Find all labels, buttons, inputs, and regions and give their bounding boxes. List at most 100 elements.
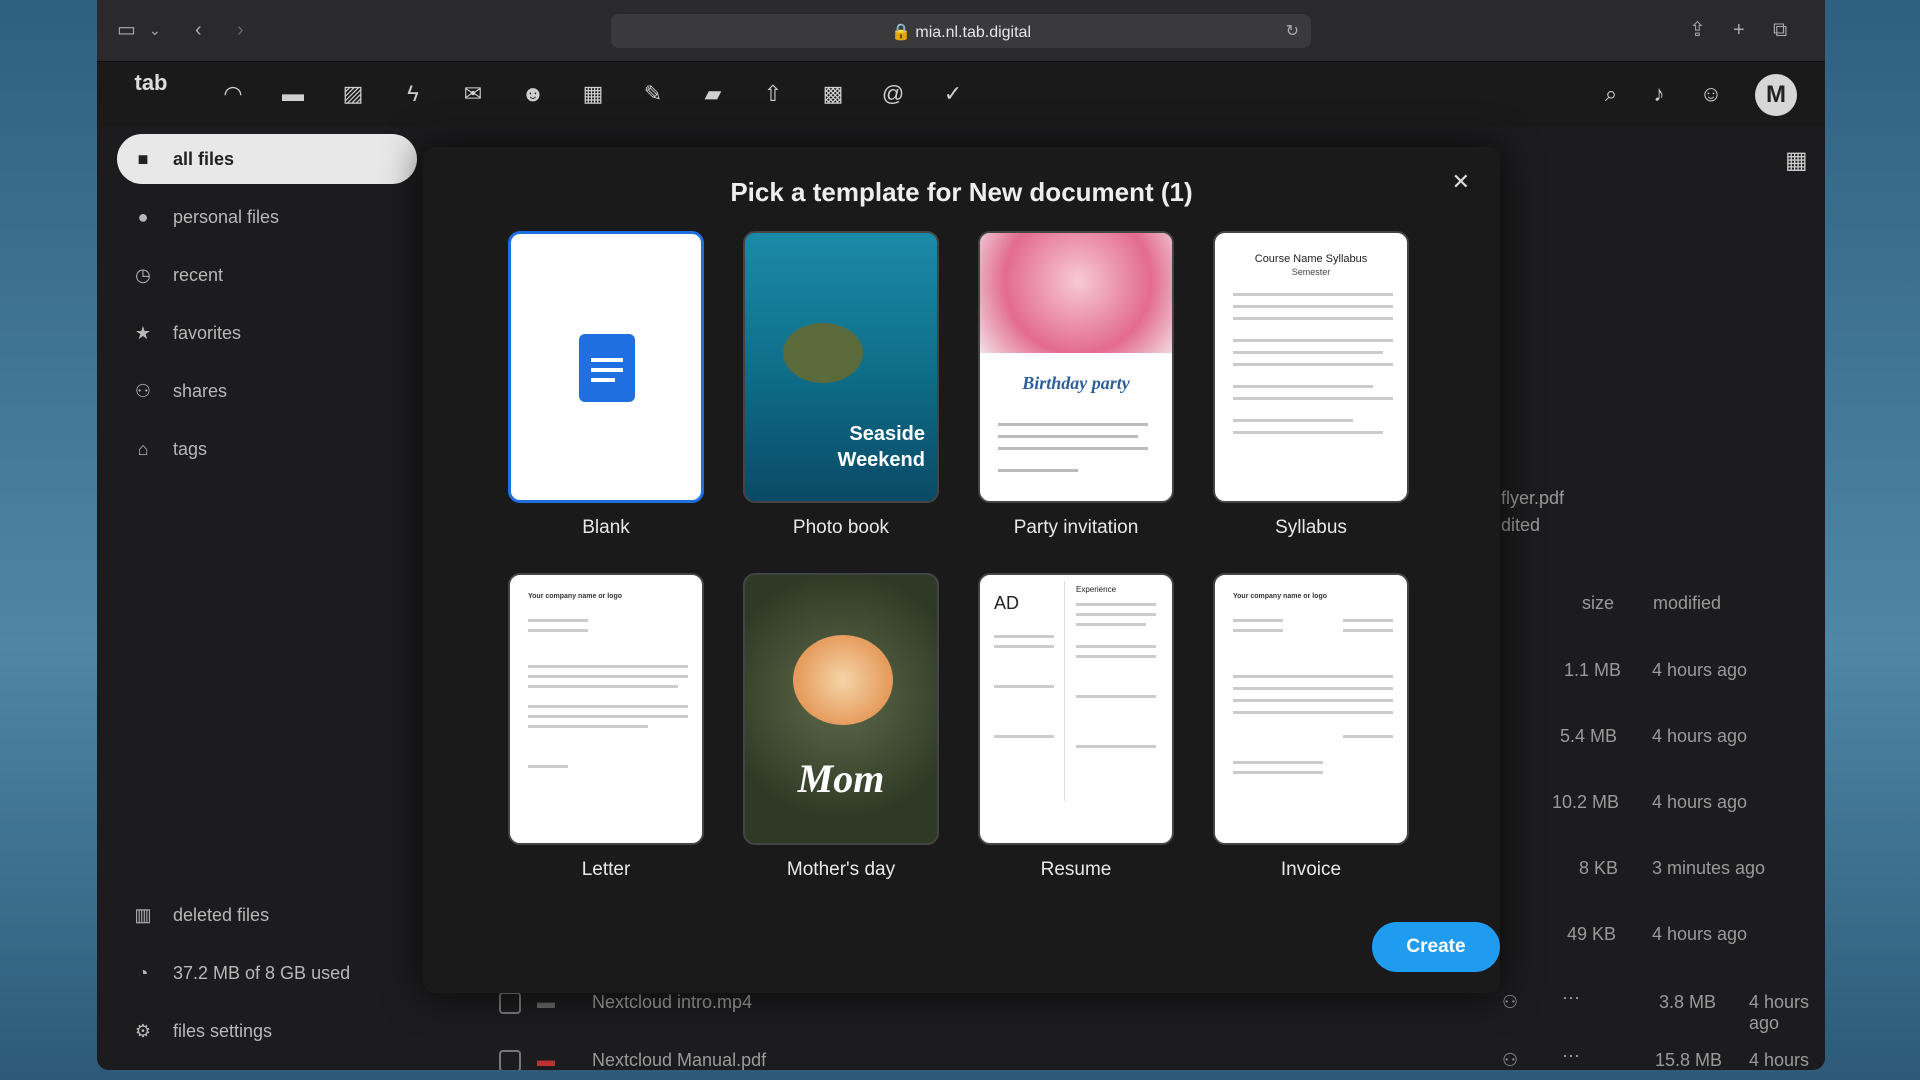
quota-info: ◔ 37.2 MB of 8 GB used: [117, 948, 417, 998]
template-syllabus[interactable]: Course Name Syllabus Semester Syllabus: [1213, 231, 1409, 539]
avatar[interactable]: M: [1755, 74, 1797, 116]
new-tab-icon[interactable]: +: [1733, 18, 1745, 42]
file-name[interactable]: Nextcloud Manual.pdf: [592, 1050, 766, 1070]
template-blank[interactable]: Blank: [508, 231, 704, 539]
file-size: 10.2 MB: [1552, 792, 1620, 812]
sidebar-item-tags[interactable]: ⌂ tags: [117, 424, 417, 474]
document-icon: [579, 334, 635, 402]
template-thumbnail: Your company name or logo: [508, 573, 704, 845]
more-options-icon[interactable]: ⋯: [1562, 1046, 1580, 1067]
sidebar-item-label: favorites: [173, 323, 242, 343]
template-photo-book[interactable]: Seaside Weekend Photo book: [743, 231, 939, 539]
sidebar: ■ all files ● personal files ◷ recent ★ …: [97, 126, 437, 1070]
photos-icon[interactable]: ▨: [339, 80, 367, 108]
file-name[interactable]: Nextcloud intro.mp4: [592, 992, 752, 1013]
row-checkbox[interactable]: [499, 1050, 521, 1070]
file-size: 3.8 MB: [1659, 992, 1717, 1012]
share-icon[interactable]: ⇪: [1689, 18, 1706, 42]
share-icon[interactable]: ⚇: [1502, 992, 1518, 1013]
file-modified: 4 hours ago: [1749, 1050, 1810, 1070]
column-header-size[interactable]: size: [1582, 593, 1614, 614]
file-modified: 4 hours ago: [1652, 726, 1748, 746]
sidebar-item-deleted-files[interactable]: ▥ deleted files: [117, 890, 417, 940]
tab-logo[interactable]: tab: [127, 70, 175, 118]
video-file-icon: ▬: [537, 992, 555, 1012]
settings-label: files settings: [173, 1021, 273, 1041]
more-options-icon[interactable]: ⋯: [1562, 988, 1580, 1009]
activity-icon[interactable]: ϟ: [399, 80, 427, 108]
row-checkbox[interactable]: [499, 992, 521, 1014]
template-resume[interactable]: AD Experience Resume: [978, 573, 1174, 881]
dialog-title: Pick a template for New document (1): [730, 177, 1193, 207]
template-thumbnail: Birthday party: [978, 231, 1174, 503]
browser-toolbar: ▭ ⌄ ‹ › ▤ 🔒 mia.nl.tab.digital ↻ ⇪ + ⧉: [97, 0, 1825, 62]
folder-icon: ■: [137, 149, 149, 169]
deck-icon[interactable]: ▰: [699, 80, 727, 108]
file-modified: 3 minutes ago: [1652, 858, 1766, 878]
column-header-modified[interactable]: modified: [1653, 593, 1721, 614]
reload-icon[interactable]: ↻: [1286, 21, 1299, 41]
back-icon[interactable]: ‹: [195, 18, 202, 42]
template-thumbnail: Seaside Weekend: [743, 231, 939, 503]
tab-overview-icon[interactable]: ⧉: [1773, 18, 1787, 42]
address-bar[interactable]: 🔒 mia.nl.tab.digital ↻: [611, 14, 1311, 48]
file-size: 49 KB: [1567, 924, 1617, 944]
email-icon[interactable]: @: [879, 80, 907, 108]
mail-icon[interactable]: ✉: [459, 80, 487, 108]
sidebar-item-label: shares: [173, 381, 228, 401]
template-thumbnail: Your company name or logo: [1213, 573, 1409, 845]
gift-icon[interactable]: ▩: [819, 80, 847, 108]
calendar-icon[interactable]: ▦: [579, 80, 607, 108]
sidebar-item-label: personal files: [173, 207, 280, 227]
template-label: Mother's day: [786, 859, 896, 880]
file-size: 8 KB: [1579, 858, 1619, 878]
clock-icon: ◷: [135, 265, 151, 285]
sidebar-item-shares[interactable]: ⚇ shares: [117, 366, 417, 416]
star-icon: ★: [134, 323, 152, 343]
sidebar-toggle-icon[interactable]: ▭: [117, 18, 136, 42]
forward-icon[interactable]: ›: [237, 18, 244, 42]
template-thumbnail: AD Experience: [978, 573, 1174, 845]
syllabus-title: Course Name Syllabus: [1254, 253, 1368, 265]
files-icon[interactable]: ▬: [279, 80, 307, 108]
template-mothers-day[interactable]: Mom Mother's day: [743, 573, 939, 881]
files-settings-button[interactable]: ⚙ files settings: [117, 1006, 417, 1056]
rose-image: [793, 635, 893, 725]
share-icon[interactable]: ⚇: [1502, 1050, 1518, 1070]
notifications-icon[interactable]: ♪: [1645, 80, 1673, 108]
template-letter[interactable]: Your company name or logo Letter: [508, 573, 704, 881]
invoice-heading: Your company name or logo: [1233, 593, 1327, 600]
share-icon: ⚇: [134, 381, 152, 401]
search-icon[interactable]: ⌕: [1597, 80, 1625, 108]
sidebar-item-label: tags: [173, 439, 208, 459]
template-invoice[interactable]: Your company name or logo Invoice: [1213, 573, 1409, 881]
gear-icon: ⚙: [134, 1021, 152, 1041]
template-party-invitation[interactable]: Birthday party Party invitation: [978, 231, 1174, 539]
template-label: Letter: [581, 859, 631, 880]
invite-title: Birthday party: [1022, 373, 1130, 393]
sidebar-item-favorites[interactable]: ★ favorites: [117, 308, 417, 358]
sidebar-item-recent[interactable]: ◷ recent: [117, 250, 417, 300]
sidebar-item-personal-files[interactable]: ● personal files: [117, 192, 417, 242]
grid-view-icon[interactable]: ▦: [1785, 146, 1808, 175]
table-row[interactable]: ▬ Nextcloud Manual.pdf ⚇ ⋯ 15.8 MB 4 hou…: [477, 1036, 1817, 1070]
close-icon[interactable]: ✕: [1452, 169, 1470, 195]
quota-text: 37.2 MB of 8 GB used: [173, 963, 351, 983]
notes-icon[interactable]: ✎: [639, 80, 667, 108]
dashboard-icon[interactable]: ◠: [219, 80, 247, 108]
create-button[interactable]: Create: [1372, 922, 1500, 972]
url-text: 🔒 mia.nl.tab.digital: [891, 24, 1031, 41]
file-size: 1.1 MB: [1564, 660, 1622, 680]
template-thumbnail: Course Name Syllabus Semester: [1213, 231, 1409, 503]
person-icon: ●: [137, 207, 149, 227]
template-thumbnail: [508, 231, 704, 503]
sidebar-item-label: all files: [173, 149, 235, 169]
sidebar-item-all-files[interactable]: ■ all files: [117, 134, 417, 184]
preview-subtitle: dited: [1501, 515, 1541, 535]
contacts-icon[interactable]: ☻: [519, 80, 547, 108]
tasks-icon[interactable]: ✓: [939, 80, 967, 108]
template-label: Party invitation: [1013, 517, 1139, 538]
upgrade-icon[interactable]: ⇧: [759, 80, 787, 108]
chevron-down-icon[interactable]: ⌄: [149, 18, 161, 42]
contacts-menu-icon[interactable]: ☺: [1697, 80, 1725, 108]
